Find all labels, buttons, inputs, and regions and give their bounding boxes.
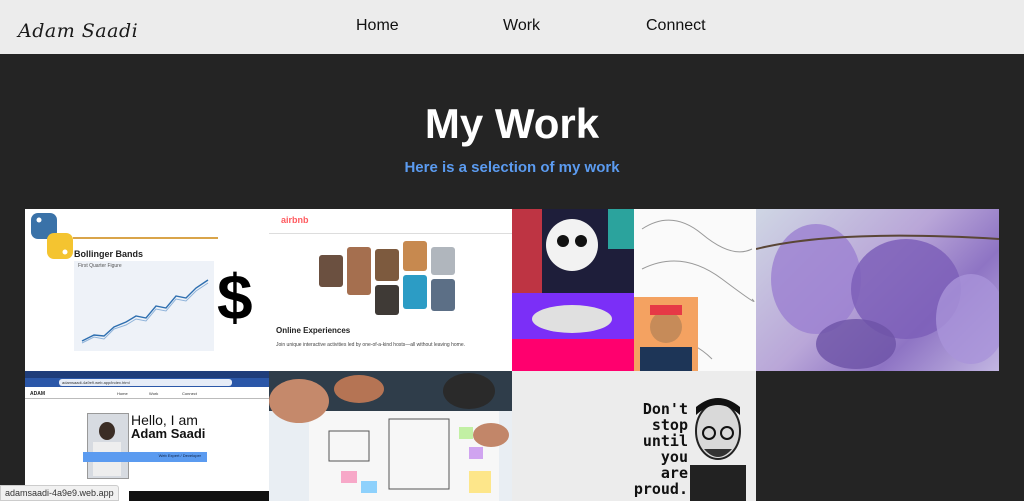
browser-url: adamsaadi-4a9e9.web.app/index.html — [59, 379, 232, 386]
experience-photo — [403, 275, 427, 309]
chart-area: First Quarter Figure — [74, 261, 214, 351]
project-tile-art[interactable] — [512, 209, 756, 371]
nav-link-work[interactable]: Work — [503, 17, 540, 35]
experience-photo — [375, 249, 399, 281]
nav-link-connect[interactable]: Connect — [646, 17, 706, 35]
experience-photo — [319, 255, 343, 287]
wireframe-photo — [269, 371, 512, 501]
site-brand: ADAM — [30, 391, 45, 397]
mini-nav-home: Home — [117, 391, 128, 396]
divider — [25, 398, 269, 399]
experience-photo — [347, 247, 371, 295]
status-bar-url: adamsaadi-4a9e9.web.app — [0, 485, 119, 501]
page-subtitle: Here is a selection of my work — [404, 159, 620, 176]
project-tile-poster[interactable]: Don't stop until you are proud. — [512, 371, 756, 501]
art-collage — [512, 209, 756, 371]
project-tile-wisteria[interactable] — [756, 209, 999, 371]
mini-nav-work: Work — [149, 391, 159, 396]
tags-bar: Web Expert / Developer — [83, 452, 207, 462]
site-logo[interactable]: Adam Saadi — [18, 20, 138, 42]
project-tile-bollinger[interactable]: Bollinger Bands First Quarter Figure $ — [25, 209, 269, 371]
project-tile-wireframes[interactable] — [269, 371, 512, 501]
experience-photo — [431, 247, 455, 275]
page-title: My Work — [424, 100, 600, 147]
airbnb-body: Join unique interactive activities led b… — [276, 342, 465, 348]
chart-title: Bollinger Bands — [74, 249, 144, 259]
airbnb-heading: Online Experiences — [276, 326, 351, 335]
dark-strip — [129, 491, 269, 501]
tags-text: Web Expert / Developer — [158, 453, 201, 458]
airbnb-logo: airbnb — [281, 215, 309, 225]
python-logo-icon — [31, 213, 73, 259]
top-navbar: Adam Saadi Home Work Connect — [0, 0, 1024, 54]
project-tile-portfolio[interactable]: adamsaadi-4a9e9.web.app/index.html ADAM … — [25, 371, 269, 501]
project-tile-airbnb[interactable]: airbnb Online Experiences Join unique in… — [269, 209, 512, 371]
browser-addressbar: adamsaadi-4a9e9.web.app/index.html — [25, 378, 269, 387]
browser-tabbar — [25, 371, 269, 378]
hero-name: Adam Saadi — [131, 426, 206, 441]
wisteria-photo — [756, 224, 999, 369]
experience-photo — [403, 241, 427, 271]
header-rule — [73, 237, 218, 239]
experience-photo — [431, 279, 455, 311]
experience-photo — [375, 285, 399, 315]
nav-link-home[interactable]: Home — [356, 17, 399, 35]
mini-nav-connect: Connect — [182, 391, 197, 396]
bollinger-plot — [81, 279, 209, 344]
dollar-symbol: $ — [217, 261, 253, 333]
poster-portrait — [690, 398, 746, 501]
profile-photo — [87, 413, 129, 479]
